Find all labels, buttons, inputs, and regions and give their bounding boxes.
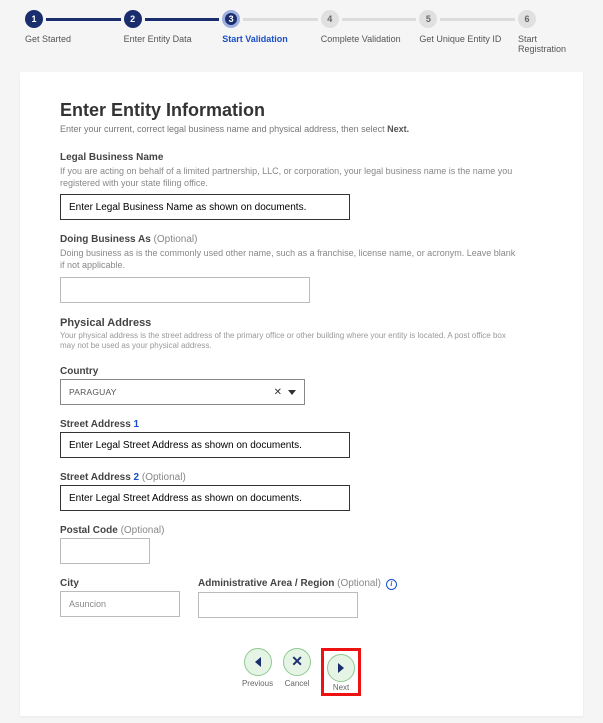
previous-wrap: Previous <box>242 648 273 688</box>
previous-label: Previous <box>242 679 273 688</box>
dba-label: Doing Business As (Optional) <box>60 234 543 245</box>
street2-block: Street Address 2 (Optional) <box>60 472 543 511</box>
country-label: Country <box>60 366 543 377</box>
step-label: Start Validation <box>222 34 288 44</box>
legal-name-block: Legal Business Name If you are acting on… <box>60 152 543 220</box>
street2-label: Street Address 2 (Optional) <box>60 472 543 483</box>
footer-actions: Previous ✕ Cancel Next <box>60 648 543 696</box>
legal-name-label: Legal Business Name <box>60 152 543 163</box>
step-circle-5: 5 <box>419 10 437 28</box>
city-input[interactable] <box>60 591 180 617</box>
street2-input[interactable] <box>60 485 350 511</box>
street1-input[interactable] <box>60 432 350 458</box>
next-label: Next <box>333 683 349 692</box>
city-label: City <box>60 578 180 589</box>
previous-button[interactable] <box>244 648 272 676</box>
address-section-help: Your physical address is the street addr… <box>60 331 520 353</box>
step-line <box>440 18 515 21</box>
step-label: Enter Entity Data <box>124 34 192 44</box>
legal-name-help: If you are acting on behalf of a limited… <box>60 165 520 189</box>
step-6: 6 Start Registration <box>518 10 578 54</box>
optional-text: (Optional) <box>154 234 198 245</box>
street1-block: Street Address 1 <box>60 419 543 458</box>
clear-icon[interactable]: ✕ <box>274 387 282 398</box>
street2-label-text: Street Address <box>60 472 134 483</box>
page-title: Enter Entity Information <box>60 100 543 121</box>
region-label: Administrative Area / Region (Optional) … <box>198 578 397 590</box>
step-3: 3 Start Validation <box>222 10 321 54</box>
legal-name-input[interactable] <box>60 194 350 220</box>
next-highlight: Next <box>321 648 361 696</box>
subtitle-text: Enter your current, correct legal busine… <box>60 124 387 134</box>
form-card: Enter Entity Information Enter your curr… <box>20 72 583 716</box>
step-1: 1 Get Started <box>25 10 124 54</box>
address-section-title: Physical Address <box>60 317 543 329</box>
step-label: Get Unique Entity ID <box>419 34 501 44</box>
step-label: Get Started <box>25 34 71 44</box>
info-icon[interactable]: i <box>386 579 397 590</box>
step-circle-6: 6 <box>518 10 536 28</box>
city-block: City <box>60 578 180 618</box>
postal-label: Postal Code (Optional) <box>60 525 543 536</box>
dba-help: Doing business as is the commonly used o… <box>60 247 520 271</box>
step-label: Start Registration <box>518 34 578 54</box>
region-block: Administrative Area / Region (Optional) … <box>198 578 397 618</box>
next-button[interactable] <box>327 654 355 682</box>
street1-num: 1 <box>134 419 140 430</box>
step-line <box>342 18 417 21</box>
step-line <box>145 18 220 21</box>
subtitle-bold: Next. <box>387 124 409 134</box>
street1-label: Street Address 1 <box>60 419 543 430</box>
cancel-label: Cancel <box>285 679 310 688</box>
step-label: Complete Validation <box>321 34 401 44</box>
city-region-row: City Administrative Area / Region (Optio… <box>60 578 543 618</box>
cancel-wrap: ✕ Cancel <box>283 648 311 688</box>
dba-label-text: Doing Business As <box>60 234 154 245</box>
optional-text: (Optional) <box>121 525 165 536</box>
step-circle-2: 2 <box>124 10 142 28</box>
chevron-down-icon[interactable] <box>288 390 296 395</box>
step-5: 5 Get Unique Entity ID <box>419 10 518 54</box>
region-label-text: Administrative Area / Region <box>198 578 337 589</box>
step-line <box>46 18 121 21</box>
country-value: PARAGUAY <box>69 387 117 397</box>
dba-block: Doing Business As (Optional) Doing busin… <box>60 234 543 302</box>
step-circle-1: 1 <box>25 10 43 28</box>
step-circle-4: 4 <box>321 10 339 28</box>
optional-text: (Optional) <box>142 472 186 483</box>
close-icon: ✕ <box>291 653 303 670</box>
optional-text: (Optional) <box>337 578 381 589</box>
step-line <box>243 18 318 21</box>
postal-label-text: Postal Code <box>60 525 121 536</box>
country-block: Country PARAGUAY ✕ <box>60 366 543 405</box>
step-2: 2 Enter Entity Data <box>124 10 223 54</box>
step-4: 4 Complete Validation <box>321 10 420 54</box>
street1-label-text: Street Address <box>60 419 134 430</box>
step-circle-3: 3 <box>222 10 240 28</box>
postal-block: Postal Code (Optional) <box>60 525 543 564</box>
country-select[interactable]: PARAGUAY ✕ <box>60 379 305 405</box>
cancel-button[interactable]: ✕ <box>283 648 311 676</box>
region-input[interactable] <box>198 592 358 618</box>
dba-input[interactable] <box>60 277 310 303</box>
chevron-right-icon <box>338 663 344 673</box>
street2-num: 2 <box>134 472 142 483</box>
chevron-left-icon <box>255 657 261 667</box>
page-subtitle: Enter your current, correct legal busine… <box>60 124 543 134</box>
postal-input[interactable] <box>60 538 150 564</box>
progress-stepper: 1 Get Started 2 Enter Entity Data 3 Star… <box>0 0 603 54</box>
